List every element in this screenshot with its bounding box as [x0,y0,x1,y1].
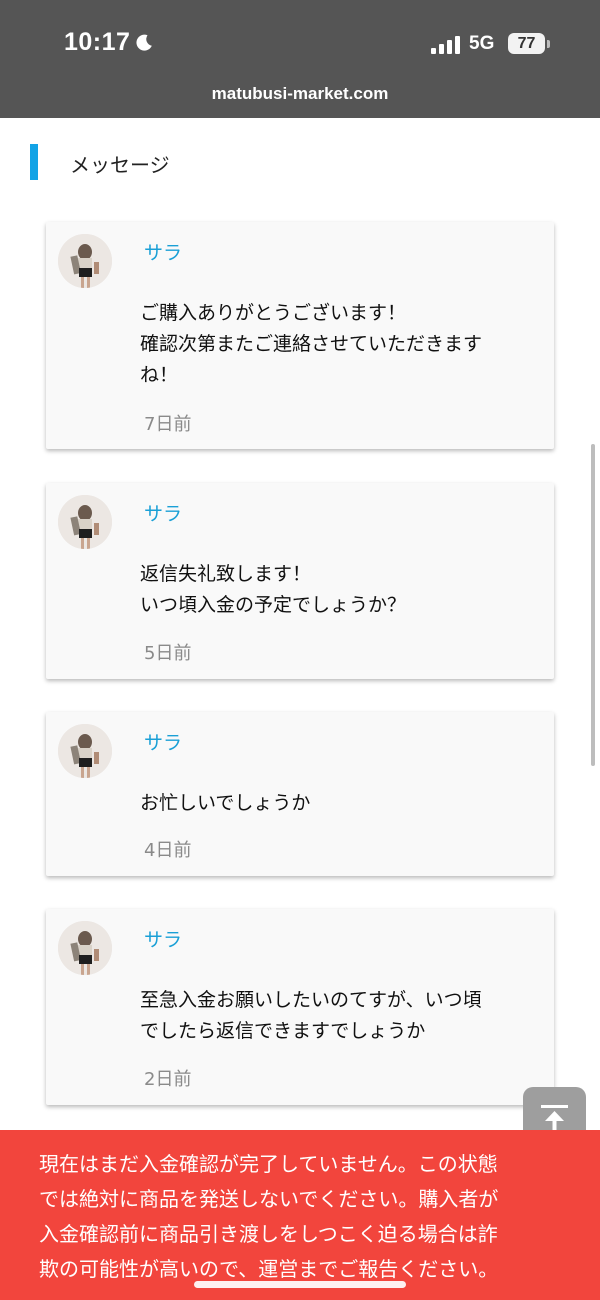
section-title: メッセージ [70,153,170,177]
sender-name[interactable]: サラ [144,728,182,755]
message-time: 2日前 [144,1069,192,1090]
message-text: 返信失礼致します！ いつ頃入金の予定でしょうか？ [140,563,407,616]
battery-tip [547,40,550,48]
battery-icon: 77 [508,33,550,55]
message-time: 7日前 [144,414,192,435]
address-bar-url[interactable]: matubusi-market.com [0,84,600,104]
moon-icon [136,34,152,51]
user-avatar[interactable] [58,495,112,549]
user-avatar[interactable] [58,724,112,778]
sender-name[interactable]: サラ [144,238,182,265]
user-avatar[interactable] [58,921,112,975]
cellular-signal-icon [431,36,460,54]
message-card: サラ ご購入ありがとうございます！ 確認次第またご連絡させていただきます ね！ … [46,222,554,449]
section-accent-bar [30,144,38,180]
message-time: 4日前 [144,840,192,861]
status-time: 10:17 [64,28,131,56]
message-card: サラ 至急入金お願いしたいのてすが、いつ頃 でしたら返信できますでしょうか 2日… [46,909,554,1105]
payment-warning-banner: 現在はまだ入金確認が完了していません。この状態 では絶対に商品を発送しないでくだ… [0,1130,600,1300]
home-indicator[interactable] [194,1281,406,1288]
network-type: 5G [469,33,495,54]
status-bar: 10:17 5G 77 matubusi-market.com [0,0,600,118]
scrollbar[interactable] [591,444,595,766]
sender-name[interactable]: サラ [144,925,182,952]
message-card: サラ お忙しいでしょうか 4日前 [46,712,554,876]
battery-level: 77 [508,33,545,54]
message-time: 5日前 [144,643,192,664]
message-text: ご購入ありがとうございます！ 確認次第またご連絡させていただきます ね！ [140,302,483,386]
message-text: お忙しいでしょうか [140,792,311,814]
user-avatar[interactable] [58,234,112,288]
sender-name[interactable]: サラ [144,499,182,526]
warning-text: 現在はまだ入金確認が完了していません。この状態 では絶対に商品を発送しないでくだ… [39,1152,499,1281]
message-text: 至急入金お願いしたいのてすが、いつ頃 でしたら返信できますでしょうか [140,989,482,1042]
message-card: サラ 返信失礼致します！ いつ頃入金の予定でしょうか？ 5日前 [46,483,554,679]
